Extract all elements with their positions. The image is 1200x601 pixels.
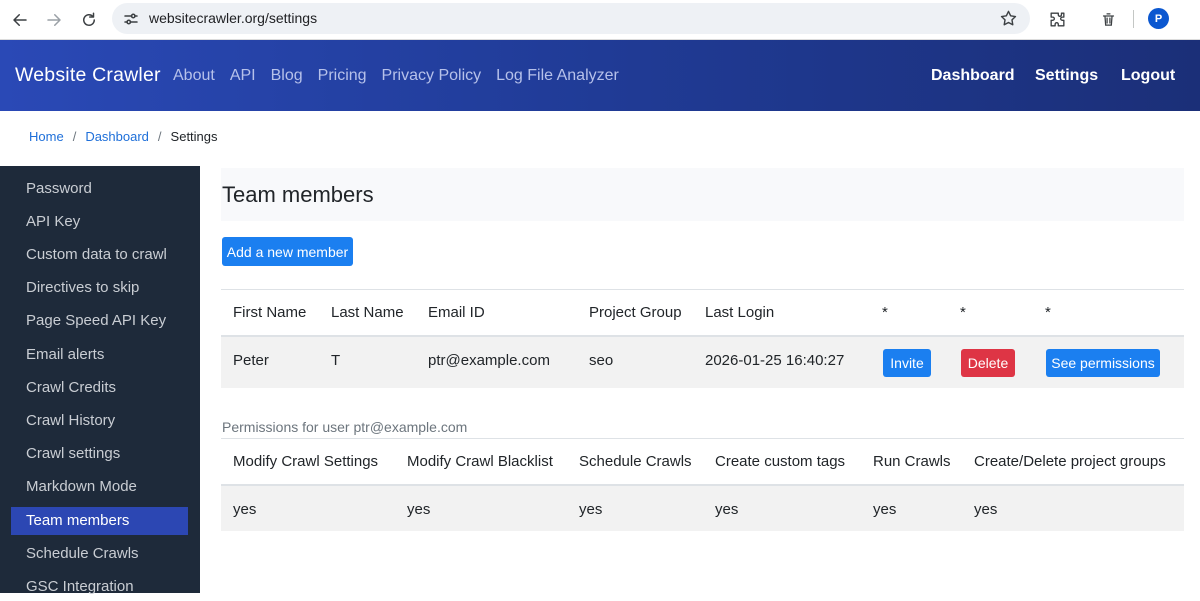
settings-sidebar: Password API Key Custom data to crawl Di… (0, 166, 200, 595)
column-header-email: Email ID (428, 304, 485, 321)
breadcrumb-dashboard[interactable]: Dashboard (85, 129, 149, 144)
page-title: Team members (222, 182, 374, 207)
browser-toolbar: websitecrawler.org/settings P (0, 0, 1200, 40)
sidebar-item-schedule-crawls[interactable]: Schedule Crawls (11, 540, 188, 568)
nav-logout[interactable]: Logout (1121, 67, 1175, 85)
breadcrumb-home[interactable]: Home (29, 129, 64, 144)
breadcrumb-separator: / (72, 129, 77, 144)
sidebar-item-team-members[interactable]: Team members (11, 507, 188, 535)
nav-link-api[interactable]: API (230, 67, 256, 85)
perm-header-schedule-crawls: Schedule Crawls (579, 453, 692, 470)
breadcrumb-separator: / (157, 129, 162, 144)
extensions-puzzle-icon[interactable] (1046, 8, 1068, 30)
sidebar-item-api-key[interactable]: API Key (11, 208, 188, 236)
permissions-caption: Permissions for user ptr@example.com (222, 419, 468, 435)
column-header-project-group: Project Group (589, 304, 682, 321)
sidebar-item-email-alerts[interactable]: Email alerts (11, 341, 188, 369)
breadcrumb-current: Settings (170, 129, 218, 144)
column-header-action-invite: * (882, 304, 888, 321)
column-header-last-name: Last Name (331, 304, 404, 321)
reload-icon[interactable] (77, 8, 101, 32)
perm-header-create-custom-tags: Create custom tags (715, 453, 846, 470)
sidebar-item-password[interactable]: Password (11, 175, 188, 203)
nav-link-pricing[interactable]: Pricing (318, 67, 367, 85)
profile-avatar[interactable]: P (1148, 8, 1169, 29)
column-header-last-login: Last Login (705, 304, 775, 321)
brand-logo[interactable]: Website Crawler (15, 64, 161, 87)
sidebar-item-directives[interactable]: Directives to skip (11, 274, 188, 302)
nav-link-blog[interactable]: Blog (271, 67, 303, 85)
permissions-top-border (221, 438, 1184, 439)
column-header-first-name: First Name (233, 304, 307, 321)
breadcrumb: Home / Dashboard / Settings (29, 129, 218, 144)
sidebar-item-page-speed[interactable]: Page Speed API Key (11, 307, 188, 335)
sidebar-item-custom-data[interactable]: Custom data to crawl (11, 241, 188, 269)
nav-dashboard[interactable]: Dashboard (931, 67, 1015, 85)
trash-icon[interactable] (1097, 8, 1119, 30)
forward-icon[interactable] (42, 8, 66, 32)
column-header-action-permissions: * (1045, 304, 1051, 321)
permissions-row (221, 486, 1184, 531)
column-header-action-delete: * (960, 304, 966, 321)
address-bar[interactable]: websitecrawler.org/settings (112, 3, 1030, 34)
perm-value-modify-crawl-settings: yes (233, 501, 257, 518)
nav-link-privacy-policy[interactable]: Privacy Policy (382, 67, 482, 85)
nav-links: About API Blog Pricing Privacy Policy Lo… (173, 67, 634, 85)
perm-value-schedule-crawls: yes (579, 501, 603, 518)
see-permissions-button[interactable]: See permissions (1046, 349, 1160, 377)
nav-settings[interactable]: Settings (1035, 67, 1098, 85)
table-top-border (221, 289, 1184, 290)
delete-button[interactable]: Delete (961, 349, 1015, 377)
perm-value-project-groups: yes (974, 501, 998, 518)
bookmark-star-icon[interactable] (999, 9, 1018, 28)
sidebar-item-gsc-integration[interactable]: GSC Integration (11, 573, 188, 601)
toolbar-divider (1133, 10, 1134, 28)
perm-header-modify-crawl-settings: Modify Crawl Settings (233, 453, 379, 470)
member-last-name: T (331, 352, 341, 369)
perm-header-project-groups: Create/Delete project groups (974, 453, 1166, 470)
invite-button[interactable]: Invite (883, 349, 931, 377)
sidebar-item-crawl-credits[interactable]: Crawl Credits (11, 374, 188, 402)
nav-link-about[interactable]: About (173, 67, 215, 85)
perm-header-run-crawls: Run Crawls (873, 453, 951, 470)
perm-value-run-crawls: yes (873, 501, 897, 518)
sidebar-item-crawl-history[interactable]: Crawl History (11, 407, 188, 435)
site-navbar: Website Crawler About API Blog Pricing P… (0, 40, 1200, 111)
member-first-name: Peter (233, 352, 269, 369)
perm-value-create-custom-tags: yes (715, 501, 739, 518)
sidebar-item-markdown-mode[interactable]: Markdown Mode (11, 473, 188, 501)
site-settings-icon[interactable] (122, 10, 140, 28)
add-member-button[interactable]: Add a new member (222, 237, 353, 266)
sidebar-item-crawl-settings[interactable]: Crawl settings (11, 440, 188, 468)
perm-value-modify-crawl-blacklist: yes (407, 501, 431, 518)
table-row (221, 337, 1184, 388)
member-last-login: 2026-01-25 16:40:27 (705, 352, 845, 369)
member-email: ptr@example.com (428, 352, 550, 369)
perm-header-modify-crawl-blacklist: Modify Crawl Blacklist (407, 453, 553, 470)
url-text[interactable]: websitecrawler.org/settings (149, 10, 317, 26)
back-icon[interactable] (8, 8, 32, 32)
nav-link-log-file-analyzer[interactable]: Log File Analyzer (496, 67, 619, 85)
member-project-group: seo (589, 352, 614, 369)
